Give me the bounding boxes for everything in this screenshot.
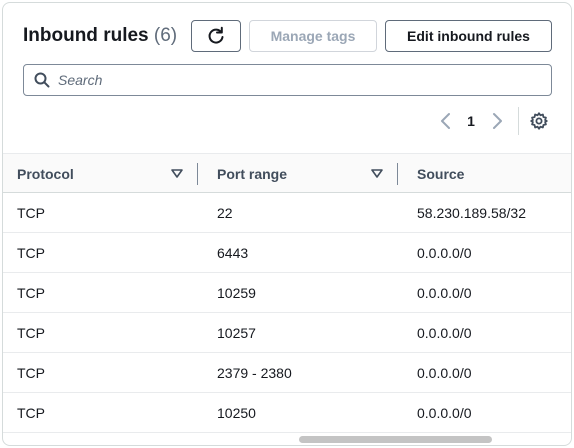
table-row[interactable]: TCP 2379 - 2380 0.0.0.0/0: [3, 353, 571, 393]
cell-source: 0.0.0.0/0: [417, 365, 472, 381]
panel-title: Inbound rules (6): [23, 25, 177, 47]
cell-protocol: TCP: [17, 285, 45, 301]
title-text: Inbound rules: [23, 25, 149, 46]
next-page-button[interactable]: [490, 111, 506, 131]
table-row[interactable]: TCP 22 58.230.189.58/32: [3, 193, 571, 233]
cell-source: 0.0.0.0/0: [417, 285, 472, 301]
search-box: [23, 64, 552, 96]
column-header-protocol[interactable]: Protocol: [17, 154, 74, 194]
inbound-rules-panel: Inbound rules (6) Manage tags Edit inbou…: [2, 2, 572, 446]
inbound-rules-table: Protocol Port range Source TCP 22 58.230…: [3, 153, 571, 433]
sort-triangle-icon[interactable]: [170, 167, 184, 181]
cell-source: 0.0.0.0/0: [417, 245, 472, 261]
chevron-right-icon: [493, 113, 502, 129]
refresh-icon: [208, 26, 224, 44]
current-page-number[interactable]: 1: [463, 111, 479, 131]
column-divider[interactable]: [397, 163, 398, 185]
pagination-divider: [518, 107, 519, 135]
table-row[interactable]: TCP 10250 0.0.0.0/0: [3, 393, 571, 433]
rules-count: (6): [153, 25, 178, 46]
previous-page-button[interactable]: [437, 111, 453, 131]
sort-triangle-icon[interactable]: [370, 167, 384, 181]
gear-icon[interactable]: [529, 111, 549, 131]
cell-protocol: TCP: [17, 245, 45, 261]
column-divider[interactable]: [197, 163, 198, 185]
panel-header: Inbound rules (6) Manage tags Edit inbou…: [3, 3, 571, 153]
horizontal-scrollbar[interactable]: [299, 436, 492, 443]
search-icon: [34, 72, 50, 88]
cell-protocol: TCP: [17, 325, 45, 341]
table-row[interactable]: TCP 10259 0.0.0.0/0: [3, 273, 571, 313]
table-row[interactable]: TCP 6443 0.0.0.0/0: [3, 233, 571, 273]
cell-source: 58.230.189.58/32: [417, 205, 526, 221]
cell-port-range: 10250: [217, 405, 256, 421]
column-header-source[interactable]: Source: [417, 154, 464, 194]
cell-port-range: 22: [217, 205, 233, 221]
cell-port-range: 6443: [217, 245, 249, 261]
table-header: Protocol Port range Source: [3, 153, 571, 193]
refresh-button[interactable]: [191, 20, 241, 52]
cell-source: 0.0.0.0/0: [417, 325, 472, 341]
cell-port-range: 10259: [217, 285, 256, 301]
cell-port-range: 10257: [217, 325, 256, 341]
cell-protocol: TCP: [17, 205, 45, 221]
edit-inbound-rules-button[interactable]: Edit inbound rules: [385, 20, 552, 52]
chevron-left-icon: [441, 113, 450, 129]
column-header-port-range[interactable]: Port range: [217, 154, 287, 194]
cell-protocol: TCP: [17, 405, 45, 421]
search-input[interactable]: [58, 72, 551, 88]
cell-port-range: 2379 - 2380: [217, 365, 292, 381]
cell-protocol: TCP: [17, 365, 45, 381]
manage-tags-button[interactable]: Manage tags: [249, 20, 377, 52]
table-row[interactable]: TCP 10257 0.0.0.0/0: [3, 313, 571, 353]
cell-source: 0.0.0.0/0: [417, 405, 472, 421]
